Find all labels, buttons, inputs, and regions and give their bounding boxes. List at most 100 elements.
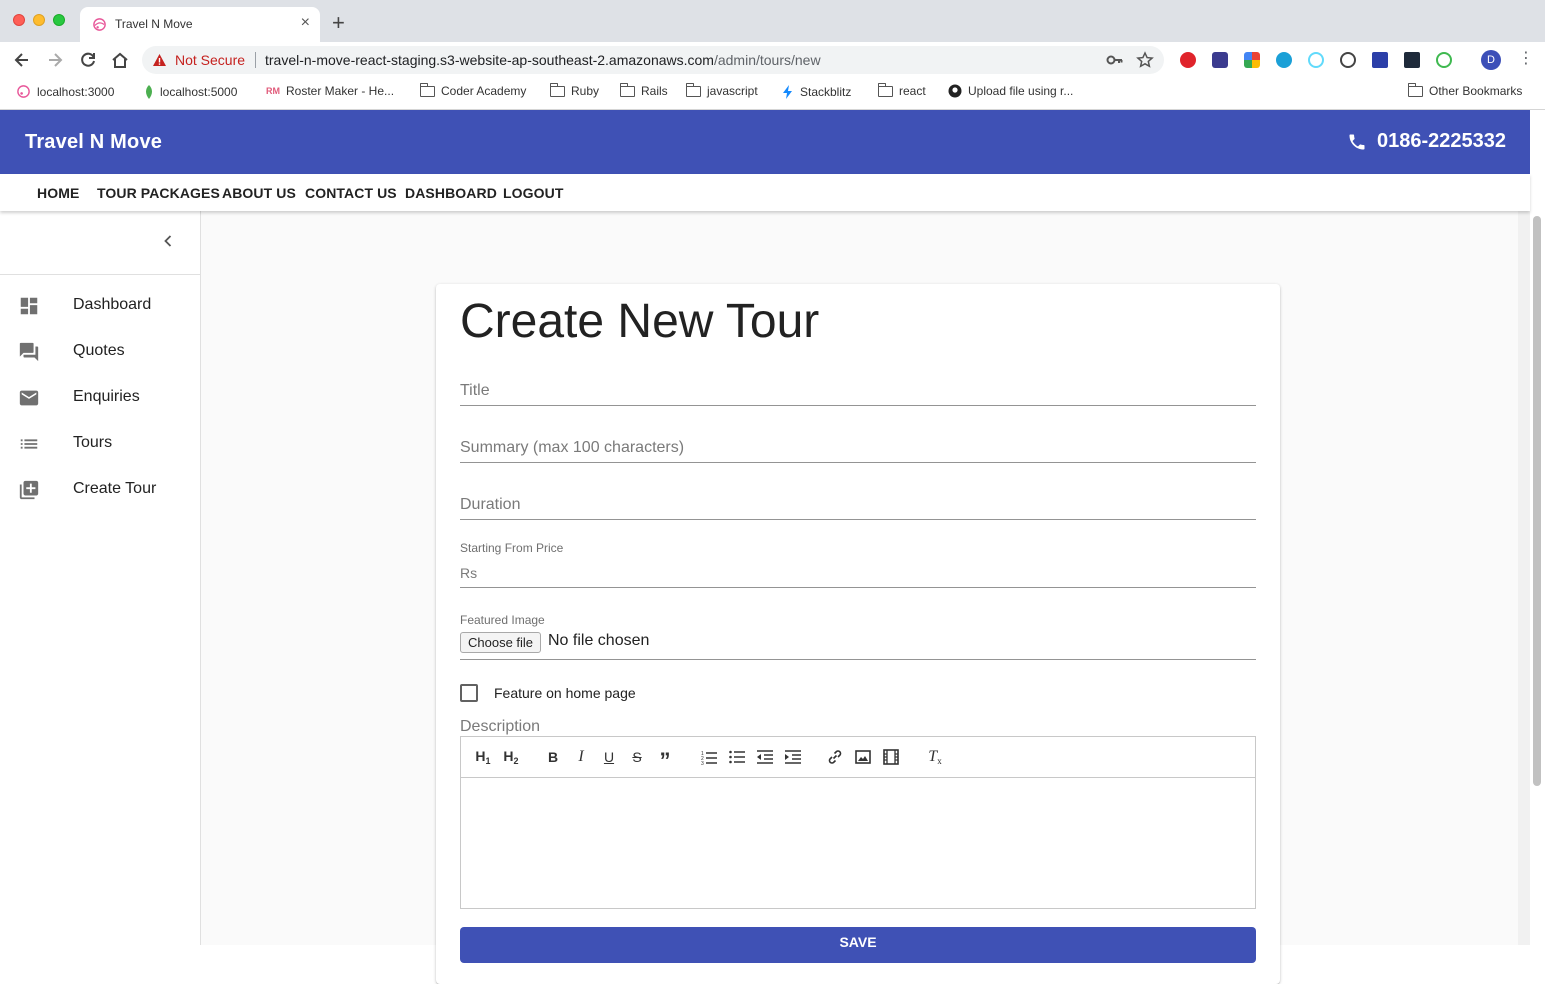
- bookmark-label: Ruby: [571, 84, 600, 98]
- page-scrollbar-track[interactable]: [1518, 211, 1530, 945]
- bookmark-item[interactable]: Upload file using r...: [948, 84, 1073, 98]
- rm-logo-icon: RM: [266, 86, 280, 96]
- choose-file-button[interactable]: Choose file: [460, 632, 542, 653]
- feature-home-label[interactable]: Feature on home page: [494, 685, 636, 701]
- sidebar-divider: [0, 274, 200, 275]
- sidebar-item-dashboard[interactable]: Dashboard: [0, 283, 200, 329]
- title-field[interactable]: Title: [460, 372, 1256, 406]
- pink-logo-icon: [17, 85, 30, 98]
- bookmark-folder[interactable]: Ruby: [549, 82, 600, 98]
- color-extension-icon[interactable]: [1436, 52, 1452, 68]
- blockquote-button[interactable]: ”: [657, 748, 673, 772]
- link-icon[interactable]: [827, 748, 843, 766]
- reload-icon[interactable]: [78, 50, 98, 70]
- browser-menu-icon[interactable]: ⋮: [1518, 50, 1534, 68]
- summary-field[interactable]: Summary (max 100 characters): [460, 429, 1256, 463]
- browser-tab-active[interactable]: Travel N Move ×: [80, 7, 320, 42]
- duration-field[interactable]: Duration: [460, 486, 1256, 520]
- price-field[interactable]: Starting From Price Rs: [460, 540, 1256, 588]
- sidebar-item-enquiries[interactable]: Enquiries: [0, 375, 200, 421]
- heading1-button[interactable]: H1: [473, 748, 493, 766]
- address-bar[interactable]: Not Secure travel-n-move-react-staging.s…: [142, 46, 1164, 74]
- sidebar-item-tours[interactable]: Tours: [0, 421, 200, 467]
- strikethrough-button[interactable]: S: [629, 748, 645, 766]
- bookmark-folder[interactable]: Coder Academy: [419, 82, 527, 98]
- ordered-list-icon[interactable]: 1 2 3: [701, 748, 717, 766]
- bookmark-item[interactable]: RM Roster Maker - He...: [266, 84, 394, 98]
- editor-toolbar: H1 H2 B I U S ” 1 2 3 T x: [461, 737, 1255, 778]
- opera-extension-icon[interactable]: [1180, 52, 1196, 68]
- italic-button[interactable]: I: [573, 748, 589, 766]
- react-devtools-icon[interactable]: [1308, 52, 1324, 68]
- ruler-extension-icon[interactable]: [1372, 52, 1388, 68]
- home-icon[interactable]: [110, 50, 130, 70]
- underline-button[interactable]: U: [601, 748, 617, 766]
- bookmark-label: Stackblitz: [800, 85, 852, 99]
- heading2-label: H2: [503, 748, 519, 766]
- bold-button[interactable]: B: [545, 748, 561, 766]
- bullet-list-icon[interactable]: [729, 748, 745, 766]
- maximize-window-button[interactable]: [53, 14, 65, 26]
- bookmark-folder[interactable]: javascript: [685, 82, 758, 98]
- description-label: Description: [460, 718, 541, 735]
- nav-logout[interactable]: LOGOUT: [503, 185, 563, 201]
- bookmark-label: Coder Academy: [441, 84, 527, 98]
- featured-image-label: Featured Image: [460, 613, 545, 627]
- sidebar-item-create-tour[interactable]: Create Tour: [0, 467, 200, 513]
- profile-avatar[interactable]: D: [1481, 50, 1501, 70]
- nav-about-us[interactable]: ABOUT US: [222, 185, 296, 201]
- outdent-icon[interactable]: [757, 748, 773, 766]
- react-extension-icon[interactable]: [1404, 52, 1420, 68]
- indent-icon[interactable]: [785, 748, 801, 766]
- bookmark-item[interactable]: Stackblitz: [782, 84, 851, 100]
- phone-icon: [1349, 134, 1365, 149]
- italic-label: I: [578, 748, 584, 765]
- url-text[interactable]: travel-n-move-react-staging.s3-website-a…: [265, 52, 821, 68]
- google-extension-icon[interactable]: [1244, 52, 1260, 68]
- bookmark-item[interactable]: localhost:3000: [16, 84, 114, 99]
- clear-format-button[interactable]: Tx: [927, 748, 943, 766]
- tab-close-icon[interactable]: ×: [301, 14, 310, 32]
- page-scrollbar-thumb[interactable]: [1533, 216, 1541, 786]
- address-separator: [255, 52, 256, 68]
- folder-icon: [877, 82, 893, 97]
- nav-home[interactable]: HOME: [37, 185, 79, 201]
- feature-home-checkbox[interactable]: [460, 684, 478, 702]
- strikethrough-label: S: [632, 749, 642, 765]
- heading2-button[interactable]: H2: [501, 748, 521, 766]
- save-button[interactable]: SAVE: [460, 927, 1256, 963]
- chevron-left-icon[interactable]: [158, 231, 178, 251]
- new-tab-button[interactable]: +: [332, 12, 345, 34]
- folder-icon: [619, 82, 635, 97]
- bookmark-label: Rails: [641, 84, 668, 98]
- editor-content-area[interactable]: [461, 778, 1255, 908]
- sync-extension-icon[interactable]: [1276, 52, 1292, 68]
- bookmark-star-icon[interactable]: [1136, 51, 1154, 69]
- phone-contact: 0186-2225332: [1347, 130, 1506, 153]
- heading1-label-digit: 1: [485, 756, 491, 766]
- folder-icon: [419, 82, 435, 97]
- dev-tools-extension-icon[interactable]: [1212, 52, 1228, 68]
- bookmark-folder[interactable]: Rails: [619, 82, 668, 98]
- price-label: Starting From Price: [460, 541, 564, 555]
- bookmark-item[interactable]: localhost:5000: [144, 84, 237, 100]
- key-icon[interactable]: [1106, 52, 1124, 68]
- security-status[interactable]: Not Secure: [175, 52, 245, 68]
- rich-text-editor: H1 H2 B I U S ” 1 2 3 T x: [460, 736, 1256, 909]
- nav-tour-packages[interactable]: TOUR PACKAGES: [97, 185, 220, 201]
- nav-dashboard[interactable]: DASHBOARD: [405, 185, 497, 201]
- folder-icon: [1407, 82, 1423, 97]
- top-navigation: HOME TOUR PACKAGES ABOUT US CONTACT US D…: [0, 174, 1530, 211]
- image-icon[interactable]: [855, 748, 871, 766]
- other-bookmarks[interactable]: Other Bookmarks: [1407, 82, 1522, 98]
- video-icon[interactable]: [883, 748, 899, 766]
- code-extension-icon[interactable]: [1340, 52, 1356, 68]
- forward-arrow-icon[interactable]: [45, 50, 65, 70]
- bookmark-folder[interactable]: react: [877, 82, 926, 98]
- brand-title[interactable]: Travel N Move: [25, 131, 162, 154]
- back-arrow-icon[interactable]: [12, 50, 32, 70]
- close-window-button[interactable]: [13, 14, 25, 26]
- nav-contact-us[interactable]: CONTACT US: [305, 185, 397, 201]
- sidebar-item-quotes[interactable]: Quotes: [0, 329, 200, 375]
- minimize-window-button[interactable]: [33, 14, 45, 26]
